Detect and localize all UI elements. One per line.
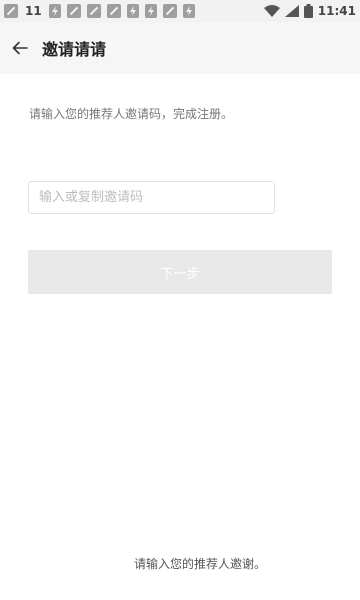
back-button[interactable] (0, 22, 40, 74)
notification-icon (106, 4, 121, 18)
notification-icon (162, 4, 177, 18)
invite-code-input[interactable] (28, 181, 275, 214)
notification-icon (66, 4, 81, 18)
app-bar: 邀请请请 (0, 22, 360, 74)
status-time: 11:41 (317, 4, 356, 18)
footer-text: 请输入您的推荐人邀谢。 (133, 557, 266, 571)
wifi-icon (263, 5, 280, 17)
notification-icon (86, 4, 101, 18)
flash-icon (48, 4, 61, 18)
arrow-left-icon (12, 41, 28, 55)
instruction-text: 请输入您的推荐人邀请码，完成注册。 (29, 107, 234, 121)
next-step-button[interactable]: 下一步 (28, 250, 332, 294)
battery-icon (303, 4, 313, 18)
signal-icon (284, 5, 299, 17)
flash-icon (182, 4, 195, 18)
flash-icon (144, 4, 157, 18)
flash-icon (126, 4, 139, 18)
status-right: 11:41 (263, 4, 356, 18)
notification-count: 11 (25, 4, 42, 18)
notification-icon (4, 4, 18, 18)
status-bar: 11 11:41 (0, 0, 360, 22)
status-left: 11 (4, 4, 195, 18)
page-title: 邀请请请 (42, 40, 107, 59)
